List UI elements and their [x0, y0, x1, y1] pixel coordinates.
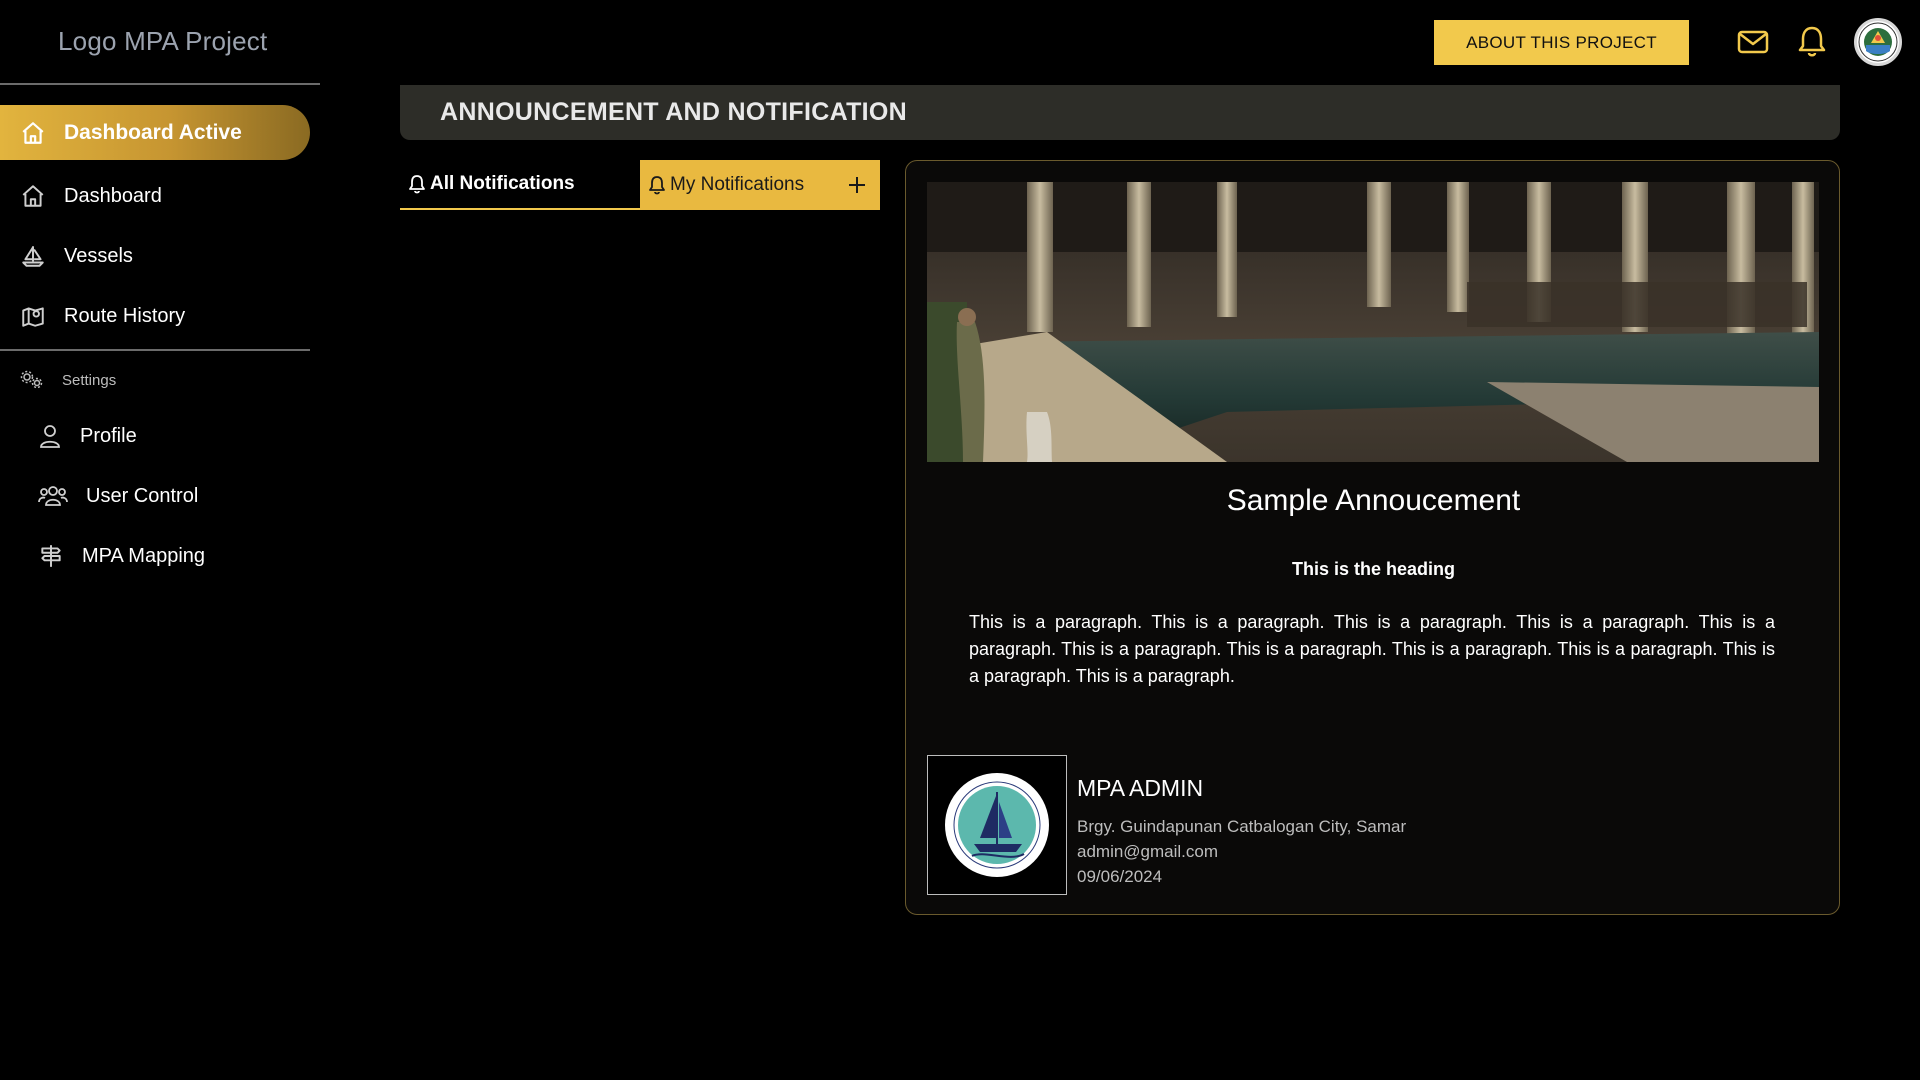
- tab-my-notifications[interactable]: My Notifications: [640, 160, 880, 210]
- avatar[interactable]: [1854, 18, 1902, 66]
- map-pin-icon: [20, 303, 46, 329]
- sidebar-item-label: MPA Mapping: [82, 544, 206, 567]
- user-icon: [38, 423, 62, 449]
- sidebar-item-label: Dashboard Active: [64, 120, 242, 144]
- author-address: Brgy. Guindapunan Catbalogan City, Samar: [1077, 817, 1407, 836]
- sidebar-item-dashboard[interactable]: Dashboard: [0, 174, 310, 218]
- bell-icon[interactable]: [1797, 24, 1827, 60]
- sidebar-item-route-history[interactable]: Route History: [0, 294, 310, 338]
- author-logo: [927, 755, 1067, 895]
- gears-icon: [20, 370, 44, 390]
- sidebar-item-label: Vessels: [64, 244, 133, 267]
- settings-section-header: Settings: [20, 370, 116, 390]
- author-name: MPA ADMIN: [1077, 775, 1204, 801]
- app-logo[interactable]: Logo MPA Project: [58, 26, 267, 57]
- sidebar-item-user-control[interactable]: User Control: [38, 474, 198, 518]
- sidebar-item-label: Route History: [64, 304, 186, 327]
- tab-label: My Notifications: [670, 174, 805, 195]
- sidebar-item-vessels[interactable]: Vessels: [0, 234, 310, 278]
- notification-tabs: All Notifications My Notifications: [400, 160, 880, 210]
- sidebar-item-profile[interactable]: Profile: [38, 414, 137, 458]
- page-header: ANNOUNCEMENT AND NOTIFICATION: [400, 85, 1840, 140]
- page-title: ANNOUNCEMENT AND NOTIFICATION: [440, 98, 908, 126]
- tab-label: All Notifications: [430, 173, 575, 194]
- sidebar-item-label: Profile: [80, 424, 137, 447]
- sailboat-icon: [20, 243, 46, 269]
- author-email: admin@gmail.com: [1077, 842, 1219, 861]
- home-icon: [20, 183, 46, 209]
- bell-icon: [648, 175, 666, 195]
- about-project-button[interactable]: ABOUT THIS PROJECT: [1434, 20, 1689, 65]
- announcement-paragraph: This is a paragraph. This is a paragraph…: [969, 612, 1775, 686]
- announcement-title: Sample Annoucement: [1226, 484, 1521, 517]
- tab-all-notifications[interactable]: All Notifications: [400, 160, 640, 210]
- home-icon: [20, 120, 46, 146]
- sidebar-item-label: Dashboard: [64, 184, 162, 207]
- settings-label: Settings: [62, 371, 117, 389]
- divider: [0, 349, 310, 351]
- divider: [0, 83, 320, 85]
- users-icon: [38, 483, 68, 509]
- sidebar-item-label: User Control: [86, 484, 199, 507]
- bell-icon: [408, 174, 426, 194]
- sidebar: Logo MPA Project Dashboard Active Dashbo…: [0, 0, 320, 1080]
- sidebar-item-dashboard-active[interactable]: Dashboard Active: [0, 105, 310, 160]
- signpost-icon: [38, 543, 64, 569]
- announcement-heading: This is the heading: [1291, 559, 1456, 579]
- sidebar-item-mpa-mapping[interactable]: MPA Mapping: [38, 534, 205, 578]
- plus-icon[interactable]: [842, 170, 872, 200]
- announcement-card: Sample Annoucement This is the heading T…: [905, 160, 1840, 915]
- mail-icon[interactable]: [1737, 24, 1769, 60]
- announcement-image: [927, 182, 1819, 462]
- announcement-date: 09/06/2024: [1077, 867, 1163, 886]
